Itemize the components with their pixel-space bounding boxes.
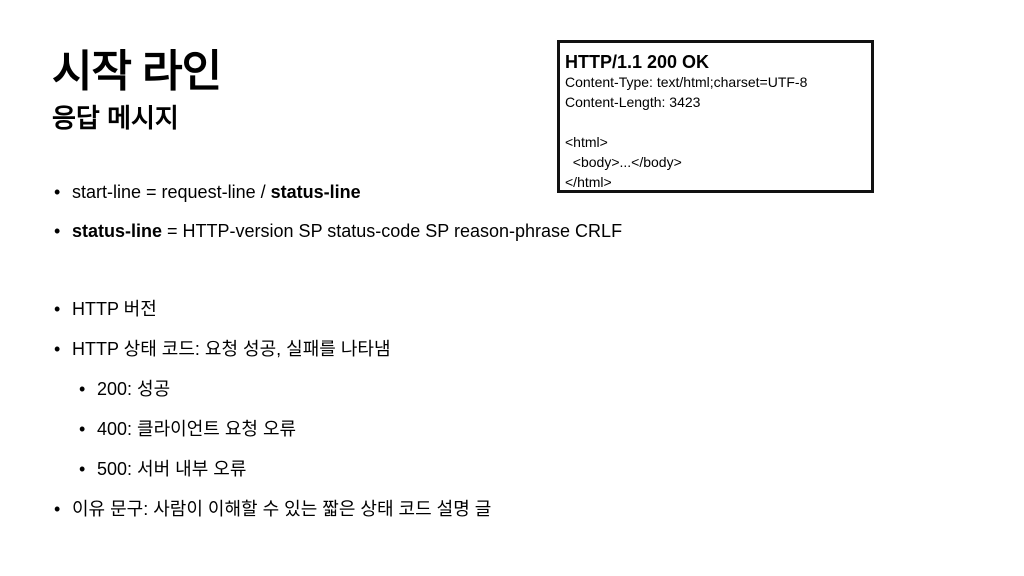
bullet-status-line: status-line = HTTP-version SP status-cod… <box>54 219 623 243</box>
code-html-close: </html> <box>565 174 612 190</box>
code-header-content-type: Content-Type: text/html;charset=UTF-8 <box>565 74 808 90</box>
bullet-code-500: 500: 서버 내부 오류 <box>79 457 246 481</box>
code-status-line: HTTP/1.1 200 OK <box>565 52 710 72</box>
bullet-reason-phrase: 이유 문구: 사람이 이해할 수 있는 짧은 상태 코드 설명 글 <box>54 497 491 521</box>
slide-subtitle: 응답 메시지 <box>52 103 179 133</box>
code-body: <body>...</body> <box>565 154 682 170</box>
status-line-keyword: status-line <box>270 182 361 202</box>
bullet-start-line: start-line = request-line / status-line <box>54 180 361 204</box>
code-header-content-length: Content-Length: 3423 <box>565 94 701 110</box>
http-response-example-box: HTTP/1.1 200 OK Content-Type: text/html;… <box>557 40 874 193</box>
code-html-open: <html> <box>565 134 608 150</box>
slide-title: 시작 라인 <box>52 47 222 96</box>
bullet-code-200: 200: 성공 <box>79 377 170 401</box>
bullet-http-version: HTTP 버전 <box>54 297 157 321</box>
start-line-definition: start-line = request-line / <box>72 182 271 202</box>
bullet-status-code: HTTP 상태 코드: 요청 성공, 실패를 나타냄 <box>54 337 391 361</box>
bullet-code-400: 400: 클라이언트 요청 오류 <box>79 417 296 441</box>
status-line-keyword: status-line <box>72 221 163 241</box>
status-line-definition: = HTTP-version SP status-code SP reason-… <box>162 221 623 241</box>
